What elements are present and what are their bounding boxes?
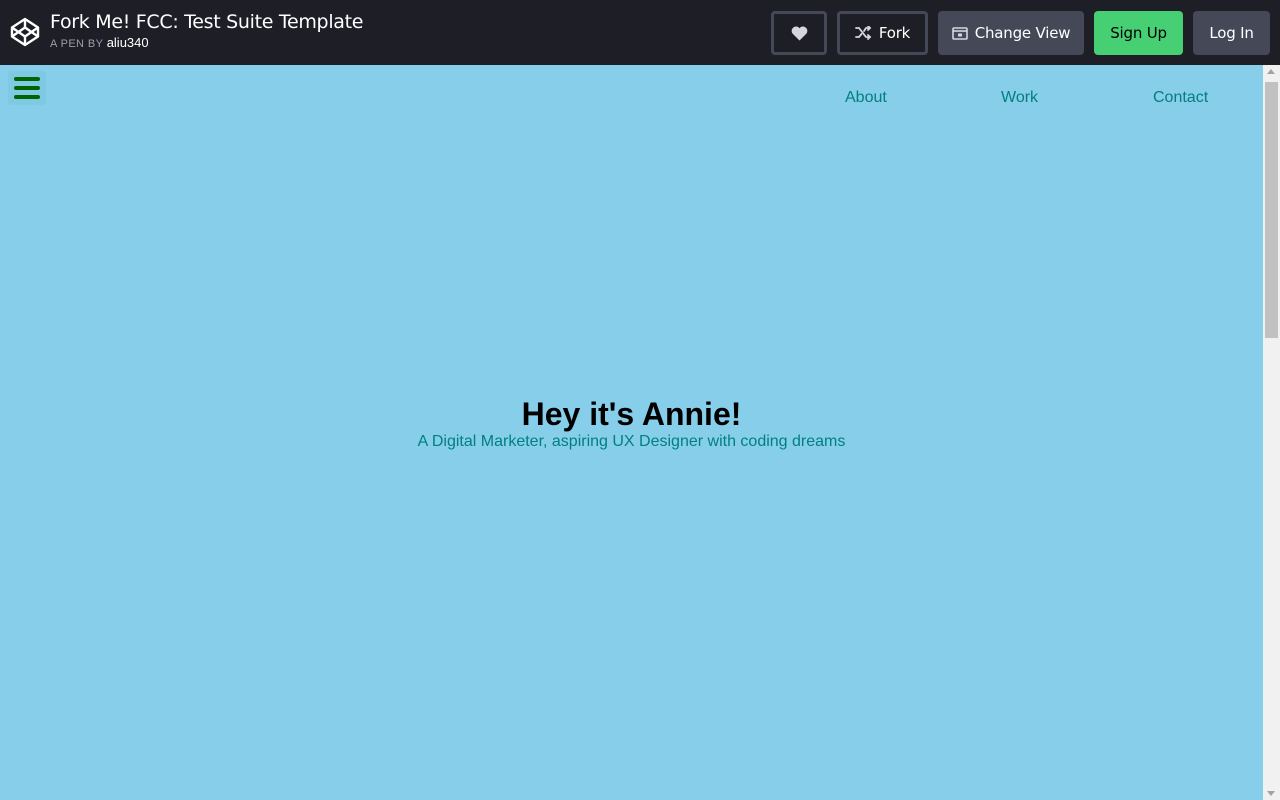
- fork-label: Fork: [878, 24, 911, 42]
- love-button[interactable]: [771, 11, 827, 55]
- codepen-logo-icon[interactable]: [9, 16, 41, 48]
- hero-title: Hey it's Annie!: [521, 396, 742, 432]
- scroll-down-arrow-icon[interactable]: [1267, 791, 1275, 796]
- heart-icon: [791, 26, 807, 40]
- codepen-header: Fork Me! FCC: Test Suite Template A PEN …: [0, 0, 1280, 65]
- hero-subtitle: A Digital Marketer, aspiring UX Designer…: [417, 433, 846, 450]
- pen-byline: A PEN BY aliu340: [50, 35, 363, 52]
- fork-icon: [854, 26, 872, 40]
- pen-preview: About Work Contact Hey it's Annie! A Dig…: [0, 65, 1280, 800]
- fork-button[interactable]: Fork: [837, 11, 928, 55]
- hero-section: Hey it's Annie! A Digital Marketer, aspi…: [0, 396, 1263, 451]
- nav-link-about[interactable]: About: [845, 89, 887, 107]
- sign-up-button[interactable]: Sign Up: [1094, 11, 1183, 55]
- author-link[interactable]: aliu340: [107, 35, 149, 50]
- by-label: A PEN BY: [50, 38, 104, 50]
- vertical-scrollbar[interactable]: [1263, 65, 1280, 800]
- change-view-button[interactable]: Change View: [938, 11, 1084, 55]
- log-in-button[interactable]: Log In: [1193, 11, 1270, 55]
- view-icon: [951, 27, 968, 40]
- pen-title-block: Fork Me! FCC: Test Suite Template A PEN …: [50, 11, 363, 52]
- nav-link-contact[interactable]: Contact: [1153, 89, 1208, 107]
- change-view-label: Change View: [974, 24, 1071, 42]
- nav-link-work[interactable]: Work: [1001, 89, 1038, 107]
- scroll-up-arrow-icon[interactable]: [1267, 69, 1275, 74]
- pen-title[interactable]: Fork Me! FCC: Test Suite Template: [50, 11, 363, 34]
- scrollbar-thumb[interactable]: [1265, 82, 1278, 338]
- hamburger-icon[interactable]: [8, 71, 46, 105]
